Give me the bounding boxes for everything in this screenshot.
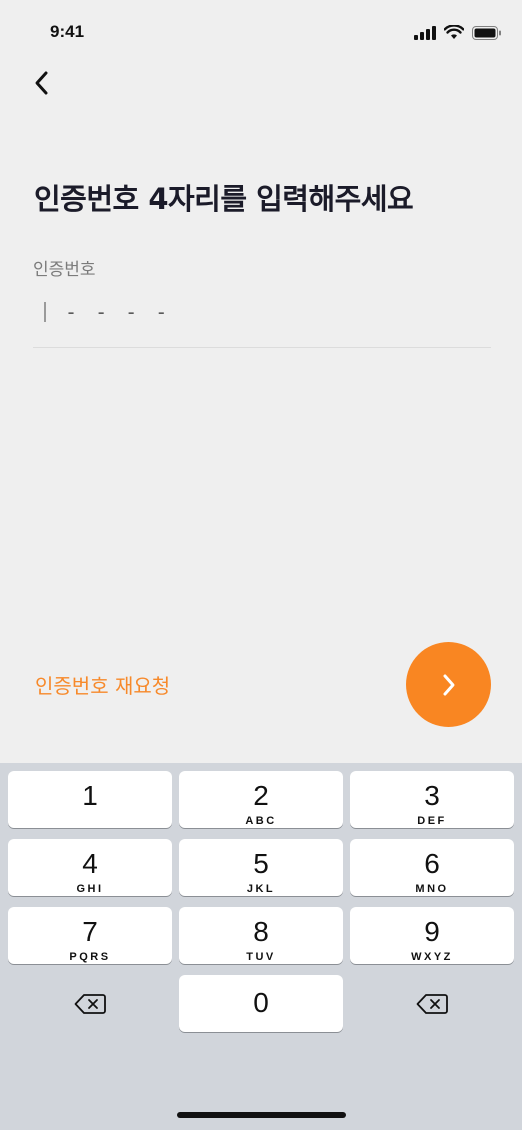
delete-key-right[interactable]: [350, 975, 514, 1032]
key-digit: 2: [253, 780, 269, 811]
resend-code-link[interactable]: 인증번호 재요청: [35, 670, 170, 699]
delete-key-left[interactable]: [8, 975, 172, 1032]
backspace-icon: [74, 993, 106, 1014]
page-title: 인증번호 4자리를 입력해주세요: [34, 182, 414, 216]
key-9[interactable]: 9 WXYZ: [350, 907, 514, 964]
key-1[interactable]: 1: [8, 771, 172, 828]
key-2[interactable]: 2 ABC: [179, 771, 343, 828]
key-digit: 9: [424, 916, 440, 947]
chevron-left-icon: [35, 71, 48, 95]
key-digit: 6: [424, 848, 440, 879]
backspace-icon: [416, 993, 448, 1014]
key-digit: 7: [82, 916, 98, 947]
key-letters: JKL: [246, 883, 276, 895]
chevron-right-icon: [443, 674, 454, 695]
key-letters: GHI: [76, 883, 104, 895]
key-8[interactable]: 8 TUV: [179, 907, 343, 964]
verification-code-input[interactable]: - - - -: [33, 290, 491, 348]
status-icons: [414, 25, 502, 40]
key-3[interactable]: 3 DEF: [350, 771, 514, 828]
key-6[interactable]: 6 MNO: [350, 839, 514, 896]
key-letters: WXYZ: [411, 951, 453, 963]
status-time: 9:41: [50, 22, 85, 41]
key-letters: PQRS: [69, 951, 111, 963]
status-bar: 9:41: [0, 0, 522, 64]
code-placeholder: - - - -: [65, 300, 171, 324]
battery-icon: [472, 25, 501, 40]
key-7[interactable]: 7 PQRS: [8, 907, 172, 964]
key-letters: ABC: [245, 815, 277, 827]
key-letters: MNO: [415, 883, 449, 895]
key-letters: DEF: [417, 815, 447, 827]
verification-code-label: 인증번호: [33, 260, 96, 280]
numeric-keypad: 1 2 ABC 3 DEF 4 GHI 5 JKL 6 MNO 7 PQRS 8…: [0, 763, 522, 1130]
key-0[interactable]: 0: [179, 975, 343, 1032]
key-5[interactable]: 5 JKL: [179, 839, 343, 896]
key-digit: 4: [82, 848, 98, 879]
wifi-icon: [444, 25, 464, 39]
back-button[interactable]: [24, 66, 58, 100]
cellular-signal-icon: [414, 25, 436, 40]
key-digit: 5: [253, 848, 269, 879]
key-4[interactable]: 4 GHI: [8, 839, 172, 896]
next-button[interactable]: [406, 642, 491, 727]
key-letters: TUV: [246, 951, 276, 963]
home-indicator[interactable]: [177, 1112, 346, 1118]
text-cursor: [44, 302, 46, 322]
key-digit: 8: [253, 916, 269, 947]
key-digit: 1: [82, 780, 98, 811]
key-digit: 0: [253, 987, 269, 1018]
key-digit: 3: [424, 780, 440, 811]
